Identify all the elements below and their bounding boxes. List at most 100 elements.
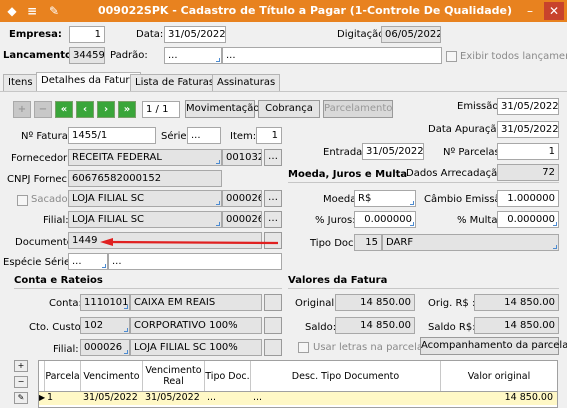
- tipodoc-code-field: 15: [354, 234, 382, 251]
- filial-label: Filial:: [43, 215, 69, 226]
- multa-field[interactable]: 0.000000: [497, 211, 559, 228]
- next-record-icon[interactable]: ›: [97, 101, 115, 118]
- previous-record-icon[interactable]: ‹: [76, 101, 94, 118]
- lancamento-field: 34459: [69, 47, 105, 64]
- tab-itens[interactable]: Itens: [3, 74, 38, 91]
- custo-code-field: 102: [80, 317, 130, 334]
- grid-add-icon[interactable]: +: [14, 360, 28, 372]
- sacado-label: Sacado:: [31, 194, 71, 205]
- entrada-label: Entrada:: [323, 147, 366, 158]
- orig-rs-field: 14 850.00: [474, 294, 559, 311]
- padrao-code-field[interactable]: ...: [164, 47, 222, 64]
- tab-assinaturas[interactable]: Assinaturas: [212, 74, 281, 91]
- sacado-checkbox[interactable]: [17, 195, 28, 206]
- sacado-code-field: 000026: [222, 190, 262, 207]
- minimize-button[interactable]: –: [520, 2, 540, 20]
- nfatura-field[interactable]: 1455/1: [68, 127, 156, 144]
- data-field[interactable]: 31/05/2022: [164, 26, 226, 43]
- moeda-field[interactable]: R$: [354, 190, 416, 207]
- padrao-desc-field[interactable]: ...: [222, 47, 442, 64]
- tabs-divider: [0, 91, 567, 92]
- conta-field: CAIXA EM REAIS: [130, 294, 262, 311]
- grid-header-parcela[interactable]: Parcela: [45, 361, 81, 391]
- grid-edit-icon[interactable]: ✎: [14, 392, 28, 404]
- grid-header-vencimento[interactable]: Vencimento: [81, 361, 143, 391]
- original-field: 14 850.00: [335, 294, 415, 311]
- saldo-field: 14 850.00: [335, 317, 415, 334]
- cell-tipo-doc[interactable]: ...: [207, 391, 251, 405]
- parcelamento-button[interactable]: Parcelamento: [323, 100, 393, 118]
- grid-header-vencimento-real[interactable]: Vencimento Real: [143, 361, 205, 391]
- wrench-icon[interactable]: ✎: [46, 3, 62, 19]
- sacado-lookup-button[interactable]: …: [264, 190, 282, 207]
- empresa-field[interactable]: 1: [69, 26, 105, 43]
- emissao-label: Emissão:: [457, 101, 502, 112]
- grid-header-desc-tipo[interactable]: Desc. Tipo Documento: [251, 361, 441, 391]
- menu-icon[interactable]: ≡: [24, 3, 40, 19]
- nparcelas-label: Nº Parcelas:: [443, 147, 504, 158]
- cell-vencimento-real[interactable]: 31/05/2022: [145, 391, 205, 405]
- especie-field-1[interactable]: ...: [68, 253, 108, 270]
- tipodoc-label: Tipo Doc.:: [310, 238, 361, 249]
- padrao-label: Padrão:: [110, 50, 148, 61]
- exibir-todos-checkbox[interactable]: [446, 51, 457, 62]
- apuracao-label: Data Apuração:: [428, 124, 506, 135]
- remove-record-icon[interactable]: −: [34, 101, 52, 118]
- saldo-rs-field: 14 850.00: [474, 317, 559, 334]
- valores-section-title: Valores da Fatura: [288, 275, 388, 286]
- especie-field-2[interactable]: ...: [108, 253, 282, 270]
- first-record-icon[interactable]: «: [55, 101, 73, 118]
- fornecedor-lookup-button[interactable]: …: [264, 149, 282, 166]
- serie-field[interactable]: ...: [187, 127, 221, 144]
- filial-lookup-button[interactable]: …: [264, 211, 282, 228]
- nparcelas-field[interactable]: 1: [497, 143, 559, 160]
- cell-parcela[interactable]: 1: [47, 391, 81, 405]
- parcelas-grid[interactable]: Parcela Vencimento Vencimento Real Tipo …: [38, 360, 558, 408]
- tab-lista-faturas[interactable]: Lista de Faturas: [130, 74, 220, 91]
- grid-remove-icon[interactable]: −: [14, 376, 28, 388]
- acompanhamento-button[interactable]: Acompanhamento da parcela: [420, 337, 567, 355]
- empresa-label: Empresa:: [9, 29, 62, 40]
- orig-rs-label: Orig. R$ :: [428, 298, 476, 309]
- row-pointer-icon: ▶: [39, 393, 45, 402]
- filial-field: LOJA FILIAL SC: [68, 211, 222, 228]
- emissao-field[interactable]: 31/05/2022: [497, 98, 559, 115]
- item-field[interactable]: 1: [256, 127, 282, 144]
- cell-vencimento[interactable]: 31/05/2022: [83, 391, 143, 405]
- conta-filial-label: Filial:: [53, 344, 79, 355]
- grid-header-tipo-doc[interactable]: Tipo Doc.: [205, 361, 251, 391]
- juros-field[interactable]: 0.000000: [354, 211, 416, 228]
- page-indicator: 1 / 1: [142, 101, 180, 118]
- filial-code-field: 000026: [222, 211, 262, 228]
- custo-label: Cto. Custo:: [29, 322, 85, 333]
- app-logo-icon: ◆: [7, 4, 17, 18]
- grid-header-valor-original[interactable]: Valor original: [441, 361, 557, 391]
- data-label: Data:: [136, 29, 164, 40]
- cnpj-label: CNPJ Fornec.:: [7, 174, 74, 185]
- conta-filial-lookup-button[interactable]: [264, 339, 282, 356]
- last-record-icon[interactable]: »: [118, 101, 136, 118]
- entrada-field[interactable]: 31/05/2022: [362, 143, 424, 160]
- tipodoc-field: DARF: [382, 234, 559, 251]
- conta-lookup-button[interactable]: [264, 294, 282, 311]
- valores-divider: [288, 288, 559, 289]
- conta-filial-code-field: 000026: [80, 339, 130, 356]
- item-label: Item:: [230, 131, 257, 142]
- cobranca-button[interactable]: Cobrança: [258, 100, 320, 118]
- usar-letras-checkbox[interactable]: [298, 342, 309, 353]
- moeda-divider: [288, 182, 559, 183]
- juros-label: % Juros:: [315, 215, 356, 226]
- custo-lookup-button[interactable]: [264, 317, 282, 334]
- dados-arrecadacao-label: Dados Arrecadação:: [406, 168, 507, 179]
- cambio-field[interactable]: 1.000000: [497, 190, 559, 207]
- close-button[interactable]: ✕: [544, 2, 564, 20]
- especie-label: Espécie Série:: [3, 257, 74, 268]
- insert-record-icon[interactable]: +: [13, 101, 31, 118]
- tab-detalhes-fatura[interactable]: Detalhes da Fatura: [36, 72, 141, 92]
- cell-valor-original[interactable]: 14 850.00: [443, 391, 553, 405]
- fornecedor-field: RECEITA FEDERAL: [68, 149, 222, 166]
- lancamento-label: Lancamento:: [3, 50, 76, 61]
- apuracao-field[interactable]: 31/05/2022: [497, 121, 559, 138]
- cell-desc-tipo[interactable]: ...: [253, 391, 441, 405]
- movimentacao-button[interactable]: Movimentação: [185, 100, 259, 118]
